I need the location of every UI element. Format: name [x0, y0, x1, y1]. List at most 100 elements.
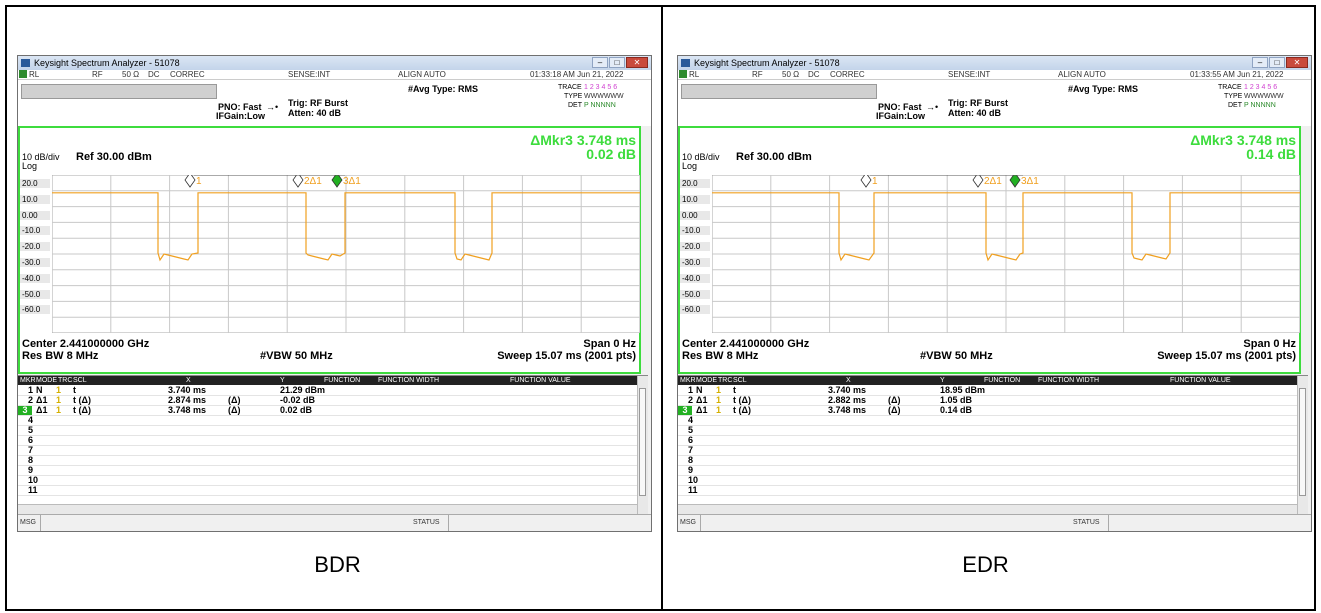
- marker-table: MKR MODE TRC SCL X Y FUNCTION FUNCTION W…: [18, 375, 648, 514]
- y-tick-label: -30.0: [20, 258, 50, 267]
- cell-mode: Δ1: [36, 405, 48, 415]
- ifgain-label: IFGain:Low: [216, 111, 265, 121]
- minimize-button[interactable]: –: [1252, 57, 1268, 68]
- table-row[interactable]: 3 Δ1 1 t (Δ) 3.748 ms (Δ) 0.14 dB: [678, 406, 1298, 416]
- marker-label: 1: [872, 176, 878, 187]
- trigger-label: Trig: RF Burst: [288, 98, 348, 108]
- cell-x: 3.748 ms: [828, 405, 867, 415]
- marker-table: MKR MODE TRC SCL X Y FUNCTION FUNCTION W…: [678, 375, 1308, 514]
- sweep-label: Sweep 15.07 ms (2001 pts): [497, 350, 636, 362]
- vertical-scrollbar[interactable]: [1297, 376, 1308, 514]
- trace-numbers[interactable]: 1 2 3 4 5 6: [584, 84, 617, 91]
- marker-label: 1: [196, 176, 202, 187]
- cell-mode: N: [36, 385, 43, 395]
- row-number: 3: [678, 406, 692, 415]
- input-box[interactable]: [681, 84, 877, 99]
- table-row[interactable]: 7: [678, 446, 1298, 456]
- type-label: TYPE: [1224, 93, 1243, 100]
- maximize-button[interactable]: □: [1269, 57, 1285, 68]
- table-row[interactable]: 1 N 1 t 3.740 ms 21.29 dBm: [18, 386, 638, 396]
- horizontal-scrollbar[interactable]: [678, 504, 1298, 514]
- col-function: FUNCTION: [324, 377, 361, 384]
- table-row[interactable]: 8: [678, 456, 1298, 466]
- table-row[interactable]: 6: [678, 436, 1298, 446]
- input-box[interactable]: [21, 84, 217, 99]
- row-number: 7: [28, 445, 34, 455]
- cell-xd: (Δ): [888, 395, 901, 405]
- col-mode: MODE: [36, 377, 57, 384]
- trace-label: TRACE: [1218, 84, 1242, 91]
- table-row[interactable]: 4: [18, 416, 638, 426]
- cell-mode: Δ1: [696, 405, 708, 415]
- table-row[interactable]: 6: [18, 436, 638, 446]
- vertical-scrollbar[interactable]: [637, 376, 648, 514]
- cell-scl: t (Δ): [73, 405, 91, 415]
- table-row[interactable]: 9: [678, 466, 1298, 476]
- table-row[interactable]: 1 N 1 t 3.740 ms 18.95 dBm: [678, 386, 1298, 396]
- row-number: 11: [688, 485, 698, 495]
- col-mkr: MKR: [20, 377, 36, 384]
- rl-label[interactable]: RL: [689, 70, 699, 79]
- cell-y: 0.14 dB: [940, 405, 973, 415]
- ref-level-label: Ref 30.00 dBm: [76, 151, 152, 163]
- y-tick-label: 20.0: [20, 179, 50, 188]
- table-row[interactable]: 5: [678, 426, 1298, 436]
- y-tick-label: -40.0: [680, 273, 710, 283]
- table-row[interactable]: 11: [18, 486, 638, 496]
- y-tick-label: 20.0: [680, 179, 710, 188]
- scroll-thumb[interactable]: [639, 388, 646, 496]
- table-row[interactable]: 9: [18, 466, 638, 476]
- y-tick-label: -20.0: [680, 242, 710, 252]
- col-scl: SCL: [733, 377, 747, 384]
- close-button[interactable]: ✕: [626, 57, 648, 68]
- cell-trc: 1: [716, 405, 722, 415]
- scroll-thumb[interactable]: [1299, 388, 1306, 496]
- table-row[interactable]: 10: [18, 476, 638, 486]
- cell-x: 3.748 ms: [168, 405, 207, 415]
- center-frequency-label: Center 2.441000000 GHz: [682, 338, 810, 350]
- trace-numbers[interactable]: 1 2 3 4 5 6: [1244, 84, 1277, 91]
- row-number: 2: [688, 395, 694, 405]
- cell-trc: 1: [56, 385, 62, 395]
- row-number: 5: [28, 425, 34, 435]
- row-number: 9: [28, 465, 34, 475]
- table-row[interactable]: 3 Δ1 1 t (Δ) 3.748 ms (Δ) 0.02 dB: [18, 406, 638, 416]
- cell-xd: (Δ): [228, 395, 241, 405]
- cell-mode: Δ1: [36, 395, 48, 405]
- table-row[interactable]: 5: [18, 426, 638, 436]
- table-row[interactable]: 2 Δ1 1 t (Δ) 2.882 ms (Δ) 1.05 dB: [678, 396, 1298, 406]
- clock-label: 01:33:18 AM Jun 21, 2022: [530, 70, 624, 79]
- det-value: P NNNNN: [584, 102, 616, 109]
- cell-scl: t: [733, 385, 736, 395]
- trace-graticule: 1 2Δ1 3Δ1: [712, 175, 1300, 333]
- span-label: Span 0 Hz: [583, 338, 636, 350]
- row-number: 1: [688, 385, 694, 395]
- rl-label[interactable]: RL: [29, 70, 39, 79]
- correc-label: CORREC: [170, 70, 205, 79]
- row-number: 3: [18, 406, 32, 415]
- table-row[interactable]: 2 Δ1 1 t (Δ) 2.874 ms (Δ) -0.02 dB: [18, 396, 638, 406]
- type-label: TYPE: [564, 93, 583, 100]
- table-row[interactable]: 10: [678, 476, 1298, 486]
- horizontal-scrollbar[interactable]: [18, 504, 638, 514]
- row-number: 11: [28, 485, 38, 495]
- table-row[interactable]: 7: [18, 446, 638, 456]
- ifgain-label: IFGain:Low: [876, 111, 925, 121]
- cell-trc: 1: [56, 395, 62, 405]
- cell-scl: t: [73, 385, 76, 395]
- row-number: 8: [688, 455, 694, 465]
- sense-label: SENSE:INT: [948, 70, 991, 79]
- title-bar: Keysight Spectrum Analyzer - 51078 – □ ✕: [18, 56, 651, 70]
- close-button[interactable]: ✕: [1286, 57, 1308, 68]
- minimize-button[interactable]: –: [592, 57, 608, 68]
- maximize-button[interactable]: □: [609, 57, 625, 68]
- col-y: Y: [280, 377, 285, 384]
- row-number: 2: [28, 395, 34, 405]
- table-row[interactable]: 11: [678, 486, 1298, 496]
- table-row[interactable]: 4: [678, 416, 1298, 426]
- caption-bdr: BDR: [314, 552, 361, 577]
- rf-label: RF: [92, 70, 103, 79]
- msg-separator: [40, 515, 41, 531]
- delta-marker-value: 0.02 dB: [586, 146, 636, 162]
- table-row[interactable]: 8: [18, 456, 638, 466]
